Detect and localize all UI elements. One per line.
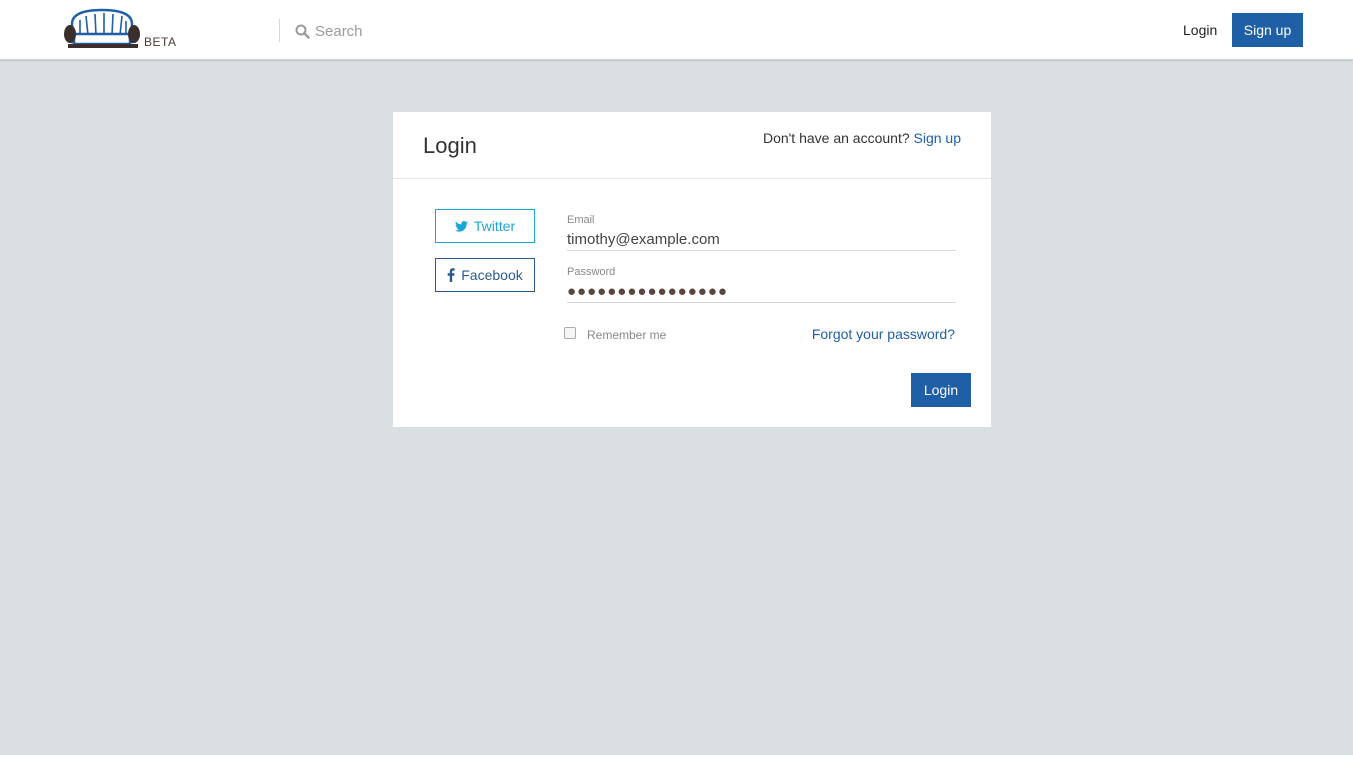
email-label: Email [567,214,595,226]
twitter-login-button[interactable]: Twitter [435,209,535,243]
signup-link[interactable]: Sign up [914,130,961,146]
header-signup-button[interactable]: Sign up [1232,13,1303,47]
beta-badge: BETA [144,35,177,49]
twitter-icon [454,220,468,232]
facebook-login-button[interactable]: Facebook [435,258,535,292]
facebook-label: Facebook [461,267,523,283]
forgot-password-link[interactable]: Forgot your password? [812,326,955,342]
password-field[interactable] [567,281,956,303]
remember-me-checkbox[interactable] [564,327,576,339]
login-card-header: Login Don't have an account? Sign up [393,112,991,179]
twitter-label: Twitter [473,218,516,234]
site-logo[interactable]: BETA [62,8,182,52]
footer-strip [0,755,1353,767]
facebook-icon [447,268,455,282]
page-title: Login [423,133,477,158]
signup-prompt: Don't have an account? Sign up [763,130,961,146]
login-card: Login Don't have an account? Sign up Twi… [393,112,991,427]
password-label: Password [567,266,616,278]
sofa-icon [64,8,140,48]
login-submit-button[interactable]: Login [911,373,971,407]
no-account-text: Don't have an account? [762,130,910,146]
email-field[interactable] [567,229,956,251]
top-navbar: BETA Search Login Sign up [0,0,1353,60]
search-icon [295,24,310,39]
search-input[interactable]: Search [315,23,363,40]
search-bar[interactable]: Search [295,20,363,42]
remember-me-label: Remember me [587,328,667,342]
nav-divider [279,19,280,42]
header-login-link[interactable]: Login [1183,22,1217,38]
